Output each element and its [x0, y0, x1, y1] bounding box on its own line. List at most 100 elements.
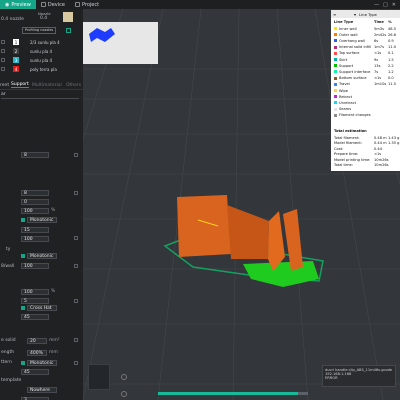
filament-swatch[interactable]: 2	[13, 48, 19, 54]
legend-row-name: Wipe	[339, 88, 348, 93]
tab-device[interactable]: Device	[36, 0, 70, 9]
setting-field[interactable]: 20	[27, 338, 47, 344]
setting-label: template	[1, 378, 22, 383]
setting-field[interactable]: 100	[21, 263, 49, 269]
pattern-select[interactable]: Cross Hat	[27, 305, 57, 311]
reset-icon[interactable]	[74, 338, 78, 342]
drag-handle-icon[interactable]	[1, 40, 5, 44]
setting-field[interactable]: 0	[21, 199, 49, 205]
setting-field[interactable]: 45	[21, 369, 49, 375]
filament-swatch[interactable]: 1	[13, 39, 19, 45]
estimation-v1: 0.48 m	[374, 135, 387, 140]
estimation-k: Model printing time:	[334, 157, 371, 162]
tab-others[interactable]: Others	[66, 83, 81, 88]
legend-row[interactable]: Wipe	[331, 88, 400, 93]
legend-swatch	[334, 33, 337, 37]
drag-handle-icon[interactable]	[1, 49, 5, 53]
eye-icon: ◉	[5, 1, 10, 8]
legend-collapse-icon[interactable]: ≡	[333, 12, 336, 17]
legend-row[interactable]: Overhang wall 6s 0.9	[331, 38, 400, 43]
setting-label: 8/wall	[1, 264, 15, 269]
reset-icon[interactable]	[74, 191, 78, 195]
legend-row-name: Skirt	[339, 57, 348, 62]
legend-row[interactable]: Top surface <1s 0.1	[331, 51, 400, 56]
setting-field[interactable]: 45	[21, 314, 49, 320]
legend-row-percent: 11.5	[388, 82, 397, 87]
filament-row[interactable]: 1 2/3 sunlu pla 4	[0, 38, 83, 46]
filament-name: sunlu pla 4	[30, 48, 52, 54]
legend-row-percent: 2.2	[388, 63, 394, 68]
legend-row[interactable]: Bottom surface <1s 0.0	[331, 76, 400, 81]
layer-minimap[interactable]	[88, 364, 110, 390]
layer-moves-slider[interactable]	[158, 392, 308, 395]
drag-handle-icon[interactable]	[1, 58, 5, 62]
tab-quality[interactable]: rent	[0, 83, 9, 88]
project-icon	[74, 2, 80, 7]
minimize-icon[interactable]: —	[374, 2, 379, 8]
setting-field[interactable]: 100	[21, 208, 49, 214]
setting-field[interactable]: 8	[21, 152, 49, 158]
profile-chip[interactable]: Profiling nozzles	[22, 26, 57, 34]
reset-icon[interactable]	[74, 236, 78, 240]
legend-row[interactable]: Seams	[331, 107, 400, 112]
reset-icon[interactable]	[74, 361, 78, 365]
setting-field[interactable]: 15	[21, 227, 49, 233]
home-view-icon[interactable]	[121, 391, 127, 397]
legend-row-name: Support	[339, 63, 354, 68]
filament-row[interactable]: 3 sunlu pla 4	[0, 56, 83, 64]
legend-row-name: Outer wall	[339, 32, 358, 37]
tab-project[interactable]: Project	[70, 0, 104, 9]
filament-name: sunlu pla 4	[30, 57, 52, 63]
legend-row[interactable]: Unretract	[331, 100, 400, 105]
setting-field[interactable]: 8	[21, 190, 49, 196]
legend-col-line-type: Line Type	[334, 19, 353, 25]
legend-row[interactable]: Support 13s 2.2	[331, 63, 400, 68]
legend-row[interactable]: Internal solid infill 1m7s 11.0	[331, 45, 400, 50]
legend-swatch	[334, 39, 337, 43]
legend-row[interactable]: Inner wall 5m3s 48.5	[331, 26, 400, 31]
pattern-select[interactable]: Monotonic	[27, 217, 57, 223]
filament-row[interactable]: 2 sunlu pla 4	[0, 47, 83, 55]
legend-dropdown-icon[interactable]: ▾	[354, 12, 356, 17]
filament-swatch[interactable]: 4	[13, 66, 19, 72]
pattern-swatch	[21, 218, 25, 222]
legend-row-name: Overhang wall	[339, 38, 365, 43]
legend-row[interactable]: Filament changes	[331, 113, 400, 118]
layer-moves-slider-fill	[158, 392, 298, 395]
tab-multimaterial[interactable]: Multimaterial	[32, 83, 62, 88]
reset-icon[interactable]	[74, 264, 78, 268]
legend-row[interactable]: Travel 1m10s 11.5	[331, 82, 400, 87]
legend-row[interactable]: Outer wall 2m42s 26.6	[331, 32, 400, 37]
legend-header[interactable]: ▾ Line Type ≡	[331, 10, 400, 18]
settings-icon[interactable]	[66, 27, 71, 33]
tab-preview[interactable]: ◉ Preview	[0, 0, 36, 9]
reset-icon[interactable]	[74, 153, 78, 157]
close-icon[interactable]: ✕	[392, 2, 396, 8]
legend-row-name: Retract	[339, 94, 353, 99]
pattern-select[interactable]: Monotonic	[27, 360, 57, 366]
legend-row[interactable]: Retract	[331, 94, 400, 99]
pattern-select[interactable]: Monotonic	[27, 253, 57, 259]
model-wall-left	[177, 195, 231, 257]
setting-field[interactable]: Nowhere	[27, 387, 57, 393]
filament-swatch[interactable]: 3	[13, 57, 19, 63]
estimation-v2: 1.43 g	[388, 135, 400, 140]
notification-toast[interactable]: ducri handle clip_ABS_11m46s.gcode 192.1…	[322, 365, 396, 387]
camera-reset-icon[interactable]	[121, 374, 127, 380]
setting-field[interactable]: 5	[21, 298, 49, 304]
setting-field[interactable]: 400%	[27, 350, 47, 356]
legend-row[interactable]: Skirt 9s 1.5	[331, 57, 400, 62]
setting-field[interactable]: 100	[21, 236, 49, 242]
legend-row[interactable]: Support interface 7s 1.2	[331, 69, 400, 74]
search-input[interactable]: ar	[1, 92, 79, 99]
setting-field[interactable]: 100	[21, 289, 49, 295]
maximize-icon[interactable]: □	[383, 2, 388, 8]
legend-col-time: Time	[374, 19, 384, 25]
support-area	[243, 261, 319, 287]
filament-row[interactable]: 4 poly terra pla	[0, 65, 83, 73]
printer-row[interactable]: 0.4 nozzle Nozzle 0.4	[0, 11, 83, 23]
drag-handle-icon[interactable]	[1, 67, 5, 71]
reset-icon[interactable]	[74, 299, 78, 303]
tab-support[interactable]: Support	[11, 82, 29, 88]
legend-swatch	[334, 101, 337, 105]
